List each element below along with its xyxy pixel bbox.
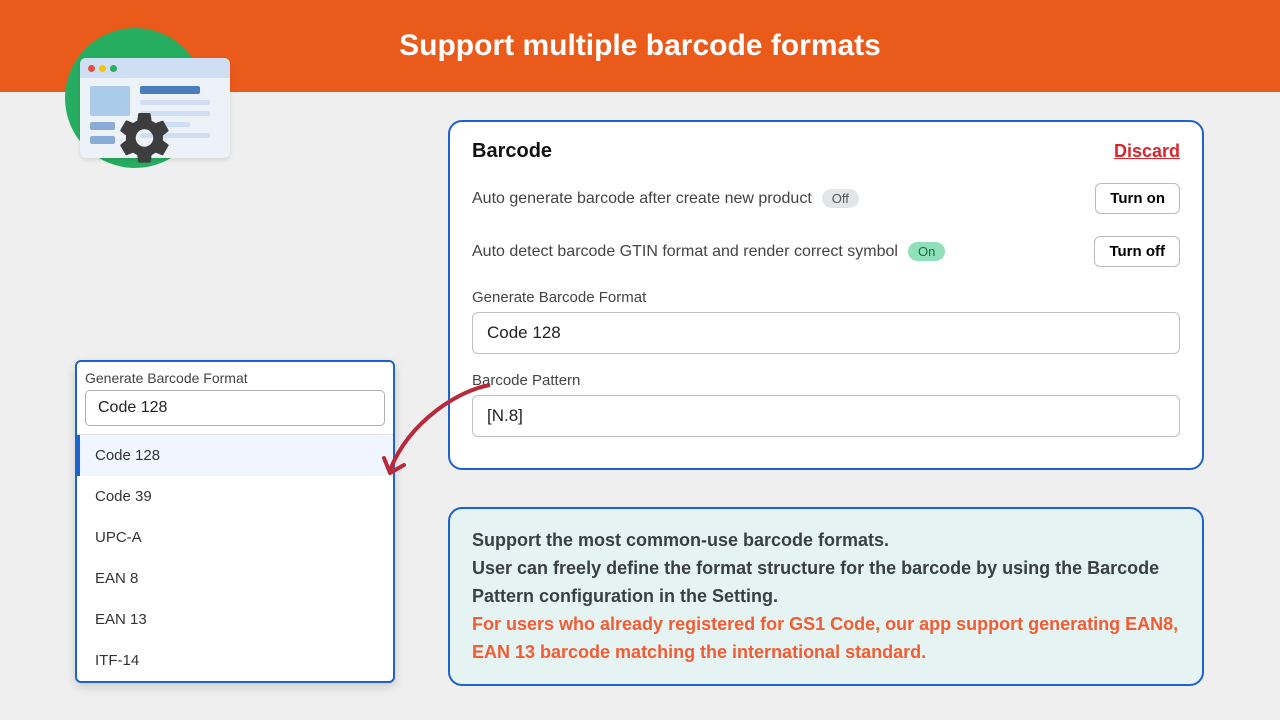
barcode-settings-panel: Barcode Discard Auto generate barcode af… <box>448 120 1204 470</box>
dropdown-option-code39[interactable]: Code 39 <box>77 476 393 517</box>
dropdown-option-code128[interactable]: Code 128 <box>77 435 393 476</box>
turn-off-button[interactable]: Turn off <box>1094 236 1180 267</box>
info-line-3: For users who already registered for GS1… <box>472 611 1180 667</box>
discard-button[interactable]: Discard <box>1114 141 1180 162</box>
app-logo <box>45 18 215 188</box>
dropdown-option-upca[interactable]: UPC-A <box>77 517 393 558</box>
format-field-label: Generate Barcode Format <box>472 289 1180 306</box>
format-dropdown-panel: Generate Barcode Format Code 128 Code 39… <box>75 360 395 683</box>
auto-detect-label: Auto detect barcode GTIN format and rend… <box>472 243 898 261</box>
auto-generate-label: Auto generate barcode after create new p… <box>472 190 812 208</box>
auto-generate-row: Auto generate barcode after create new p… <box>472 183 1180 214</box>
format-input[interactable] <box>472 312 1180 354</box>
auto-detect-row: Auto detect barcode GTIN format and rend… <box>472 236 1180 267</box>
dropdown-input[interactable] <box>85 390 385 426</box>
info-line-2: User can freely define the format struct… <box>472 555 1180 611</box>
turn-on-button[interactable]: Turn on <box>1095 183 1180 214</box>
auto-generate-status: Off <box>822 189 859 208</box>
gear-icon <box>115 108 175 168</box>
dropdown-option-ean13[interactable]: EAN 13 <box>77 599 393 640</box>
dropdown-label: Generate Barcode Format <box>85 370 385 386</box>
dropdown-option-itf14[interactable]: ITF-14 <box>77 640 393 681</box>
page-title: Support multiple barcode formats <box>399 29 881 63</box>
panel-title: Barcode <box>472 140 552 163</box>
dropdown-list: Code 128 Code 39 UPC-A EAN 8 EAN 13 ITF-… <box>77 434 393 681</box>
dropdown-option-ean8[interactable]: EAN 8 <box>77 558 393 599</box>
info-line-1: Support the most common-use barcode form… <box>472 527 1180 555</box>
auto-detect-status: On <box>908 242 945 261</box>
pattern-field-label: Barcode Pattern <box>472 372 1180 389</box>
pattern-input[interactable] <box>472 395 1180 437</box>
info-panel: Support the most common-use barcode form… <box>448 507 1204 686</box>
